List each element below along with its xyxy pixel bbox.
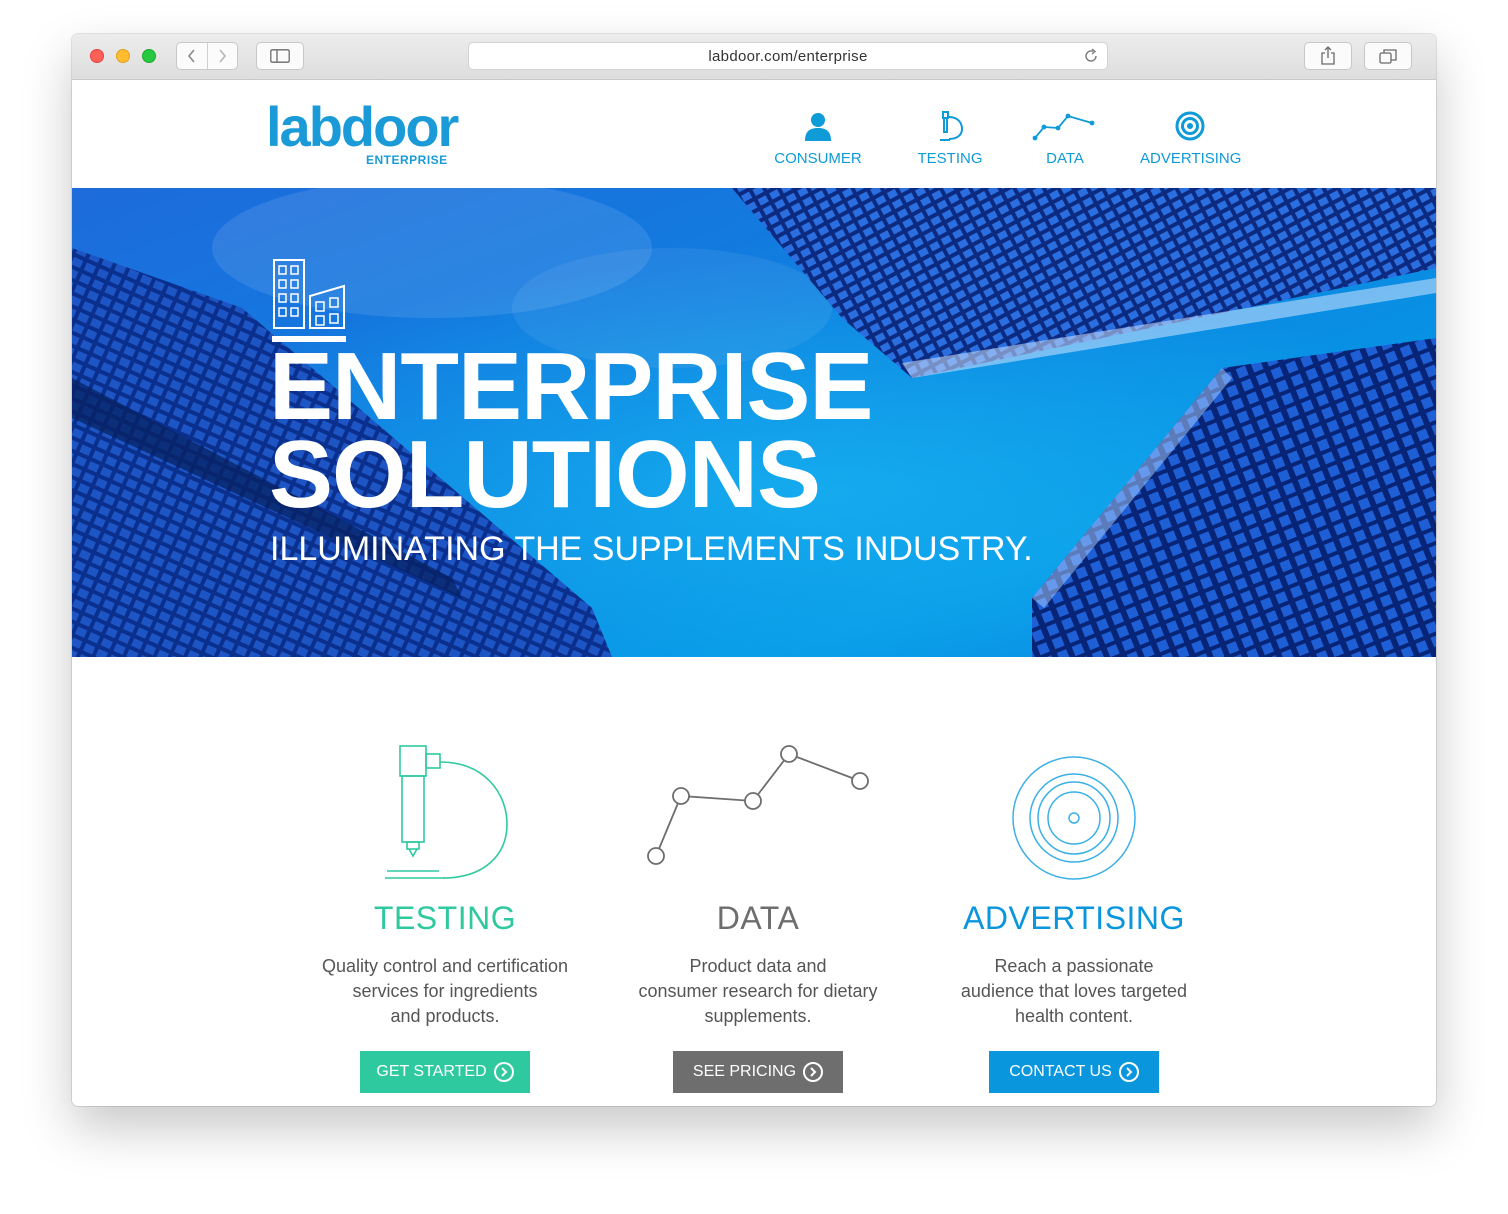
logo-subtext: ENTERPRISE <box>366 153 448 167</box>
close-window-button[interactable] <box>90 49 104 63</box>
hero-banner: ENTERPRISE SOLUTIONS ILLUMINATING THE SU… <box>72 188 1436 657</box>
back-button[interactable] <box>177 43 207 69</box>
tab-overview-button[interactable] <box>1364 42 1412 70</box>
target-icon <box>1175 111 1205 141</box>
labdoor-logo[interactable]: labdoor ENTERPRISE <box>266 95 459 172</box>
description-line: health content. <box>1014 1006 1134 1026</box>
tabs-icon <box>1379 49 1397 64</box>
chevron-right-circle-icon <box>803 1062 824 1082</box>
chevron-right-circle-icon <box>493 1062 514 1082</box>
share-button[interactable] <box>1304 42 1352 70</box>
chevron-right-circle-icon <box>1118 1062 1139 1082</box>
share-icon <box>1321 46 1335 65</box>
nav-data-label: DATA <box>1046 150 1084 167</box>
see-pricing-button[interactable]: SEE PRICING <box>673 1051 843 1093</box>
microscope-icon <box>940 111 964 141</box>
line-chart-icon <box>1032 113 1095 141</box>
hero-title: ENTERPRISE SOLUTIONS <box>269 333 873 528</box>
minimize-window-button[interactable] <box>116 49 130 63</box>
contact-us-label: CONTACT US <box>1009 1063 1112 1080</box>
contact-us-button[interactable]: CONTACT US <box>989 1051 1159 1093</box>
line-chart-icon <box>647 745 869 865</box>
address-bar[interactable]: labdoor.com/enterprise <box>468 42 1108 70</box>
description-line: supplements. <box>704 1006 812 1026</box>
nav-consumer[interactable]: CONSUMER <box>772 110 864 167</box>
office-buildings-icon <box>272 259 346 342</box>
nav-data[interactable]: DATA <box>1032 110 1098 167</box>
description-line: and products. <box>390 1006 500 1026</box>
microscope-icon <box>385 745 508 879</box>
hero-title-line1: ENTERPRISE <box>269 333 873 440</box>
feature-data-description: Product data and consumer research for d… <box>608 954 908 1029</box>
browser-toolbar: labdoor.com/enterprise <box>72 34 1436 80</box>
history-nav <box>176 42 238 70</box>
sidebar-toggle-button[interactable] <box>256 42 304 70</box>
nav-testing[interactable]: TESTING <box>912 110 988 167</box>
zoom-window-button[interactable] <box>142 49 156 63</box>
see-pricing-label: SEE PRICING <box>692 1063 797 1080</box>
feature-advertising-description: Reach a passionate audience that loves t… <box>924 954 1224 1029</box>
description-line: Quality control and certification <box>321 956 569 976</box>
hero-subtitle: ILLUMINATING THE SUPPLEMENTS INDUSTRY. <box>270 530 1033 568</box>
logo-wordmark: labdoor <box>266 95 459 158</box>
nav-advertising-label: ADVERTISING <box>1140 150 1242 167</box>
get-started-button[interactable]: GET STARTED <box>360 1051 530 1093</box>
reload-icon[interactable] <box>1083 48 1099 64</box>
site-header: labdoor ENTERPRISE CONSUMER TESTING DATA… <box>72 80 1436 188</box>
feature-data-title: DATA <box>716 900 800 936</box>
sidebar-icon <box>270 49 290 63</box>
description-line: Reach a passionate <box>994 956 1154 976</box>
nav-consumer-label: CONSUMER <box>774 150 862 167</box>
feature-testing-title: TESTING <box>373 900 517 936</box>
forward-button[interactable] <box>206 43 238 69</box>
person-icon <box>805 113 831 141</box>
url-text: labdoor.com/enterprise <box>708 47 868 65</box>
chevron-left-icon <box>187 49 195 63</box>
hero-title-line2: SOLUTIONS <box>269 421 821 528</box>
target-icon <box>1012 756 1136 880</box>
chevron-right-icon <box>219 49 227 63</box>
get-started-label: GET STARTED <box>376 1063 487 1080</box>
nav-testing-label: TESTING <box>917 150 983 167</box>
description-line: consumer research for dietary <box>638 981 878 1001</box>
nav-advertising[interactable]: ADVERTISING <box>1140 110 1242 167</box>
description-line: services for ingredients <box>352 981 538 1001</box>
browser-window: labdoor.com/enterprise labdoor ENTERPRIS… <box>72 34 1436 1106</box>
description-line: Product data and <box>689 956 827 976</box>
feature-advertising-title: ADVERTISING <box>963 900 1185 936</box>
description-line: audience that loves targeted <box>960 981 1188 1001</box>
feature-testing-description: Quality control and certification servic… <box>295 954 595 1029</box>
